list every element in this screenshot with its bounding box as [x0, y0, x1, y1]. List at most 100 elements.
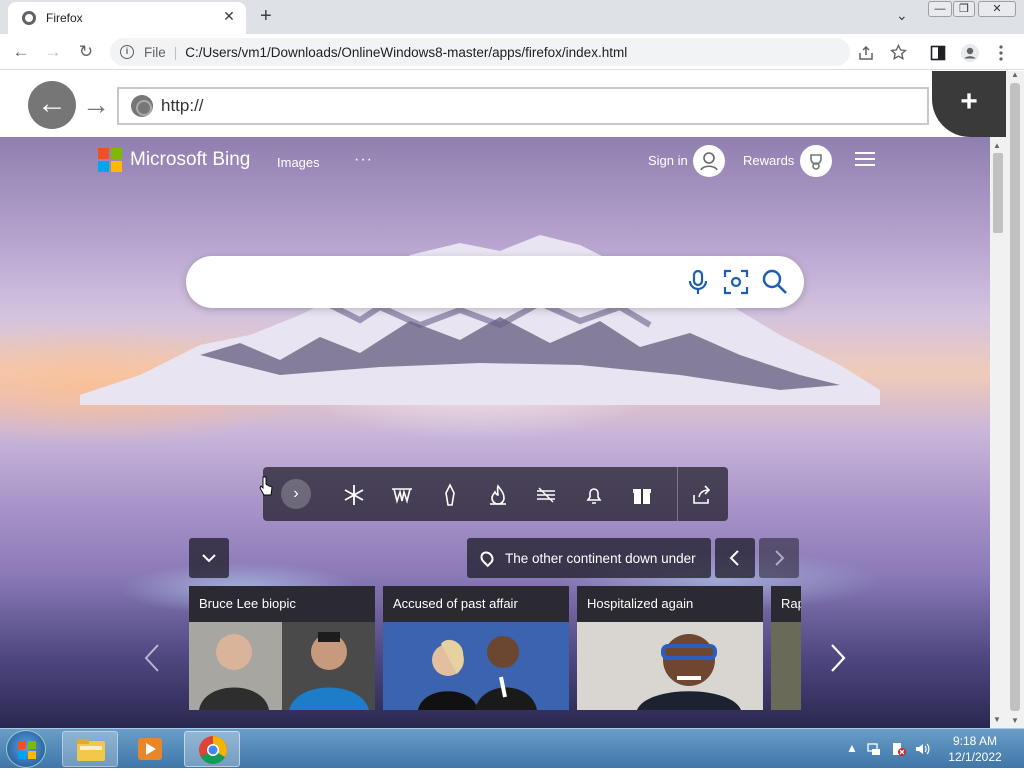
news-card-title: Accused of past affair — [393, 596, 518, 611]
tab-search-button[interactable]: ⌄ — [896, 7, 908, 24]
app-url-value: http:// — [161, 96, 204, 115]
start-button[interactable] — [6, 730, 46, 768]
rewards-medal-icon[interactable] — [800, 145, 832, 177]
profile-icon[interactable] — [960, 43, 980, 63]
windows-start-icon — [18, 741, 36, 759]
chevron-right-icon — [775, 550, 785, 566]
info-icon[interactable]: i — [120, 45, 134, 59]
chrome-icon — [199, 736, 227, 764]
scrollbar-thumb[interactable] — [1010, 83, 1020, 711]
visual-search-icon[interactable] — [722, 268, 750, 296]
hamburger-menu-icon[interactable] — [855, 152, 875, 166]
app-header: ← → http:// + — [0, 71, 1006, 137]
address-bar[interactable]: i File | C:/Users/vm1/Downloads/OnlineWi… — [110, 38, 850, 66]
address-scheme-label: File — [144, 44, 166, 60]
bing-homepage: Microsoft Bing Images ··· Sign in Reward… — [0, 137, 990, 728]
app-url-input[interactable]: http:// — [117, 87, 929, 125]
media-player-icon — [138, 738, 162, 760]
carousel-prev-button[interactable] — [142, 642, 162, 682]
next-image-button[interactable] — [759, 538, 799, 578]
hand-cursor-icon — [259, 476, 273, 496]
taskbar-clock[interactable]: 9:18 AM 12/1/2022 — [940, 733, 1010, 765]
trophy-icon — [810, 154, 822, 170]
nav-images-link[interactable]: Images — [277, 155, 320, 170]
clock-time: 9:18 AM — [952, 734, 998, 748]
location-caption-text: The other continent down under — [505, 550, 696, 566]
minimize-button[interactable]: — — [928, 1, 952, 17]
chevron-left-icon — [144, 644, 159, 672]
news-card-image — [189, 622, 375, 710]
share-icon[interactable] — [858, 45, 874, 61]
browser-toolbar: ← → ↻ i File | C:/Users/vm1/Downloads/On… — [0, 34, 1024, 70]
bing-logo[interactable]: Microsoft Bing — [98, 148, 250, 172]
tray-overflow-arrow[interactable]: ▲ — [846, 741, 858, 755]
scroll-down-arrow[interactable]: ▼ — [993, 715, 1001, 724]
scroll-up-arrow[interactable]: ▲ — [993, 141, 1001, 150]
waves-icon[interactable] — [534, 483, 558, 507]
sign-in-link[interactable]: Sign in — [648, 153, 688, 168]
news-card[interactable]: Bruce Lee biopic — [189, 586, 375, 710]
maximize-button[interactable]: ❐ — [953, 1, 975, 17]
taskbar-chrome-button[interactable] — [184, 731, 240, 767]
scroll-down-arrow[interactable]: ▼ — [1011, 716, 1019, 725]
scroll-up-arrow[interactable]: ▲ — [1011, 70, 1019, 79]
scrollbar-thumb[interactable] — [993, 153, 1003, 233]
divider — [677, 467, 678, 521]
bing-logo-text: Microsoft Bing — [130, 149, 251, 170]
carousel-next-button[interactable] — [828, 642, 848, 682]
pen-icon[interactable] — [438, 483, 462, 507]
chevron-right-icon[interactable]: › — [281, 479, 311, 509]
new-tab-button[interactable]: + — [260, 5, 272, 28]
landscape-icon[interactable] — [390, 483, 414, 507]
news-card-title: Rap — [781, 596, 801, 611]
bell-icon[interactable] — [582, 483, 606, 507]
network-icon[interactable] — [866, 741, 882, 757]
news-card[interactable]: Rap — [771, 586, 801, 710]
expand-feed-button[interactable] — [189, 538, 229, 578]
globe-icon — [131, 95, 153, 117]
homepage-icons-bar: › — [263, 467, 728, 521]
tab-close-button[interactable]: ✕ — [220, 8, 238, 25]
news-card[interactable]: Hospitalized again — [577, 586, 763, 710]
avatar[interactable] — [693, 145, 725, 177]
chevron-left-icon — [729, 550, 739, 566]
app-back-button[interactable]: ← — [28, 81, 76, 129]
forward-button[interactable]: → — [42, 42, 64, 62]
user-icon — [700, 152, 718, 171]
close-window-button[interactable]: ✕ — [978, 1, 1016, 17]
taskbar-media-player-button[interactable] — [122, 731, 178, 767]
address-url[interactable]: C:/Users/vm1/Downloads/OnlineWindows8-ma… — [185, 45, 627, 60]
reload-button[interactable]: ↻ — [75, 42, 97, 62]
previous-image-button[interactable] — [715, 538, 755, 578]
search-icon[interactable] — [761, 268, 789, 296]
browser-tab[interactable]: Firefox ✕ — [8, 2, 246, 34]
page-scrollbar[interactable]: ▲ ▼ — [990, 137, 1006, 728]
browser-scrollbar[interactable]: ▲ ▼ — [1006, 70, 1024, 728]
share-icon[interactable] — [690, 483, 714, 507]
star-icon[interactable] — [890, 44, 907, 61]
action-center-icon[interactable] — [890, 741, 906, 757]
volume-icon[interactable] — [914, 741, 930, 757]
back-button[interactable]: ← — [10, 42, 32, 62]
tab-strip: Firefox ✕ + ⌄ — ❐ ✕ — [0, 0, 1024, 34]
search-input[interactable] — [186, 256, 804, 308]
microphone-icon[interactable] — [684, 268, 712, 296]
image-location-caption[interactable]: The other continent down under — [467, 538, 711, 578]
chevron-right-icon — [831, 644, 846, 672]
kebab-menu-icon[interactable] — [996, 44, 1006, 62]
nav-more-button[interactable]: ··· — [354, 151, 373, 169]
tab-title: Firefox — [46, 11, 83, 25]
taskbar-explorer-button[interactable] — [62, 731, 118, 767]
snowflake-icon[interactable] — [342, 483, 366, 507]
globe-icon — [22, 11, 36, 25]
app-new-tab-button[interactable]: + — [932, 71, 1006, 137]
news-card-image — [383, 622, 569, 710]
news-card[interactable]: Accused of past affair — [383, 586, 569, 710]
gift-icon[interactable] — [630, 483, 654, 507]
sidebar-icon[interactable] — [930, 45, 946, 61]
news-card-image — [771, 622, 801, 710]
location-pin-icon — [477, 548, 497, 568]
app-forward-button[interactable]: → — [82, 89, 110, 121]
fire-icon[interactable] — [486, 483, 510, 507]
rewards-link[interactable]: Rewards — [743, 153, 794, 168]
